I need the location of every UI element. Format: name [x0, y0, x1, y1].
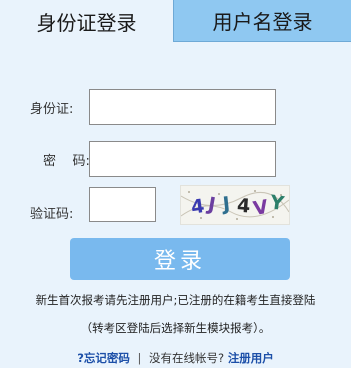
- captcha-label: 验证码:: [30, 207, 74, 222]
- id-number-input[interactable]: [89, 89, 276, 125]
- notice-line-1: 新生首次报考请先注册用户;已注册的在籍考生直接登陆: [35, 293, 316, 307]
- register-link[interactable]: 注册用户: [228, 351, 274, 365]
- captcha-graphic: 4 J J 4 V Y: [181, 190, 289, 220]
- captcha-input[interactable]: [89, 187, 156, 222]
- captcha-char: 4: [190, 195, 206, 219]
- link-separator: |: [137, 351, 142, 365]
- captcha-char: J: [220, 193, 231, 216]
- captcha-char: 4: [236, 195, 251, 218]
- no-account-text: 没有在线帐号?: [149, 351, 225, 365]
- forgot-password-link[interactable]: ?忘记密码: [77, 351, 130, 365]
- tab-username-login-label: 用户名登录: [212, 10, 313, 34]
- captcha-char: J: [204, 193, 217, 216]
- bottom-links: ?忘记密码 | 没有在线帐号? 注册用户: [0, 350, 351, 366]
- password-label: 密 码:: [43, 154, 90, 169]
- captcha-image[interactable]: 4 J J 4 V Y: [180, 185, 290, 225]
- login-button[interactable]: 登录: [70, 238, 290, 280]
- tab-username-login[interactable]: 用户名登录: [173, 0, 351, 42]
- login-panel: 身份证登录 用户名登录 身份证: 密 码: 验证码: 4 J J 4 V Y 登…: [0, 0, 351, 368]
- captcha-char: Y: [268, 191, 286, 215]
- tab-id-card-login[interactable]: 身份证登录: [0, 0, 173, 42]
- captcha-char: V: [252, 196, 271, 220]
- notice-line-2: （转考区登陆后选择新生模块报考）。: [80, 321, 271, 335]
- tab-id-card-login-label: 身份证登录: [36, 10, 137, 35]
- id-number-label: 身份证:: [30, 102, 74, 117]
- password-input[interactable]: [89, 141, 276, 177]
